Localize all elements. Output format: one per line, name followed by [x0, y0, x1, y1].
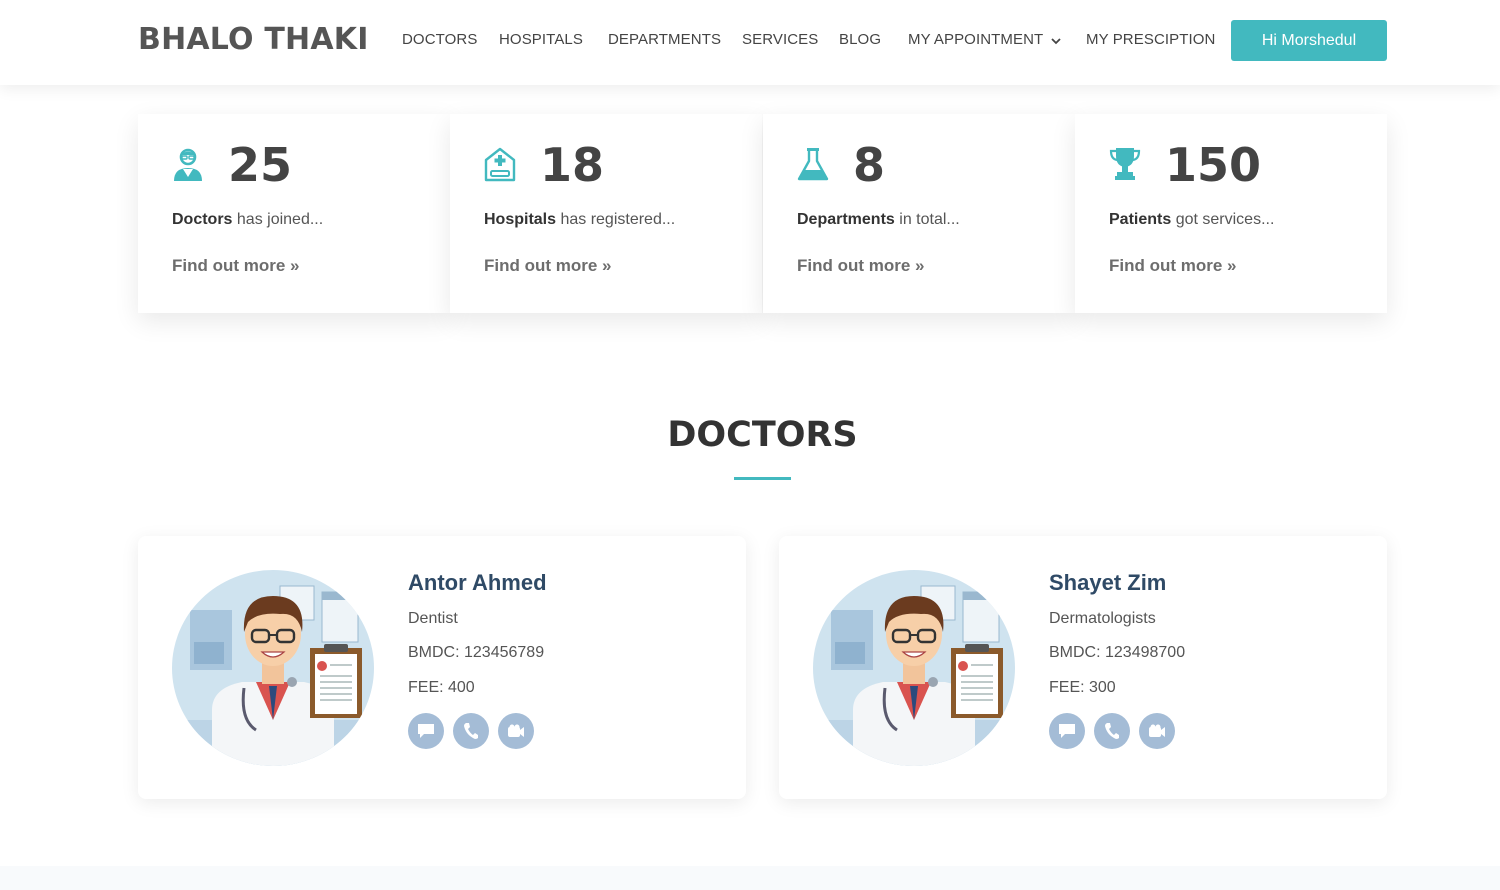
call-button[interactable] — [453, 713, 489, 749]
nav-my-prescription[interactable]: MY PRESCIPTION — [1086, 31, 1215, 48]
chat-button[interactable] — [1049, 713, 1085, 749]
hospital-icon — [484, 147, 516, 182]
doctor-name[interactable]: Shayet Zim — [1049, 570, 1166, 596]
stat-description: Patients got services... — [1109, 211, 1274, 229]
doctor-fee: FEE: 400 — [408, 679, 475, 696]
doctor-name[interactable]: Antor Ahmed — [408, 570, 547, 596]
chat-button[interactable] — [408, 713, 444, 749]
stat-card-doctors: 25 Doctors has joined... Find out more » — [138, 114, 450, 313]
doctor-bmdc: BMDC: 123456789 — [408, 644, 545, 661]
stat-description-bold: Patients — [1109, 211, 1172, 228]
find-out-more-link[interactable]: Find out more » — [484, 256, 612, 276]
doctor-specialty: Dermatologists — [1049, 610, 1156, 627]
nav-doctors[interactable]: DOCTORS — [402, 31, 477, 48]
find-out-more-link[interactable]: Find out more » — [172, 256, 300, 276]
doctor-avatar — [813, 570, 1015, 766]
top-navbar: BHALO THAKI DOCTORS HOSPITALS DEPARTMENT… — [0, 0, 1500, 85]
nav-my-appointment[interactable]: MY APPOINTMENT — [908, 31, 1061, 49]
doctor-specialty: Dentist — [408, 610, 458, 627]
stat-description-rest: has registered... — [556, 211, 676, 228]
doctor-bmdc: BMDC: 123498700 — [1049, 644, 1186, 661]
video-call-button[interactable] — [498, 713, 534, 749]
stat-description-rest: got services... — [1171, 211, 1275, 228]
nav-services[interactable]: SERVICES — [742, 31, 818, 48]
stat-description-bold: Doctors — [172, 211, 233, 228]
stat-number: 150 — [1165, 138, 1262, 192]
user-menu-button[interactable]: Hi Morshedul — [1231, 20, 1387, 61]
chevron-down-icon — [1051, 32, 1061, 49]
stat-description: Departments in total... — [797, 211, 960, 229]
video-camera-icon — [508, 724, 524, 737]
nav-hospitals[interactable]: HOSPITALS — [499, 31, 583, 48]
call-button[interactable] — [1094, 713, 1130, 749]
stat-number: 18 — [540, 138, 605, 192]
stat-description: Doctors has joined... — [172, 211, 323, 229]
footer-strip — [0, 866, 1500, 890]
stat-description-rest: has joined... — [232, 211, 324, 228]
find-out-more-link[interactable]: Find out more » — [797, 256, 925, 276]
stat-card-hospitals: 18 Hospitals has registered... Find out … — [450, 114, 762, 313]
stat-description-bold: Hospitals — [484, 211, 557, 228]
doctor-card[interactable]: Shayet Zim Dermatologists BMDC: 12349870… — [779, 536, 1387, 799]
section-underline — [734, 477, 791, 480]
stat-card-departments: 8 Departments in total... Find out more … — [763, 114, 1075, 313]
video-call-button[interactable] — [1139, 713, 1175, 749]
nav-departments[interactable]: DEPARTMENTS — [608, 31, 721, 48]
stats-row: 25 Doctors has joined... Find out more »… — [138, 114, 1387, 313]
doctors-section-title: DOCTORS — [667, 415, 858, 455]
chat-icon — [1059, 724, 1075, 738]
phone-icon — [1105, 723, 1119, 739]
trophy-icon — [1109, 148, 1141, 180]
stat-description-rest: in total... — [894, 211, 960, 228]
flask-icon — [797, 148, 829, 181]
doctor-fee: FEE: 300 — [1049, 679, 1116, 696]
brand-logo[interactable]: BHALO THAKI — [138, 22, 369, 57]
find-out-more-link[interactable]: Find out more » — [1109, 256, 1237, 276]
stat-description: Hospitals has registered... — [484, 211, 675, 229]
stat-description-bold: Departments — [797, 211, 895, 228]
phone-icon — [464, 723, 478, 739]
chat-icon — [418, 724, 434, 738]
nav-blog[interactable]: BLOG — [839, 31, 881, 48]
stat-number: 25 — [228, 138, 293, 192]
doctor-card[interactable]: Antor Ahmed Dentist BMDC: 123456789 FEE:… — [138, 536, 746, 799]
stat-card-patients: 150 Patients got services... Find out mo… — [1075, 114, 1387, 313]
doctor-avatar — [172, 570, 374, 766]
doctor-icon — [174, 148, 202, 181]
video-camera-icon — [1149, 724, 1165, 737]
stat-number: 8 — [853, 138, 886, 192]
nav-my-appointment-label: MY APPOINTMENT — [908, 31, 1044, 48]
